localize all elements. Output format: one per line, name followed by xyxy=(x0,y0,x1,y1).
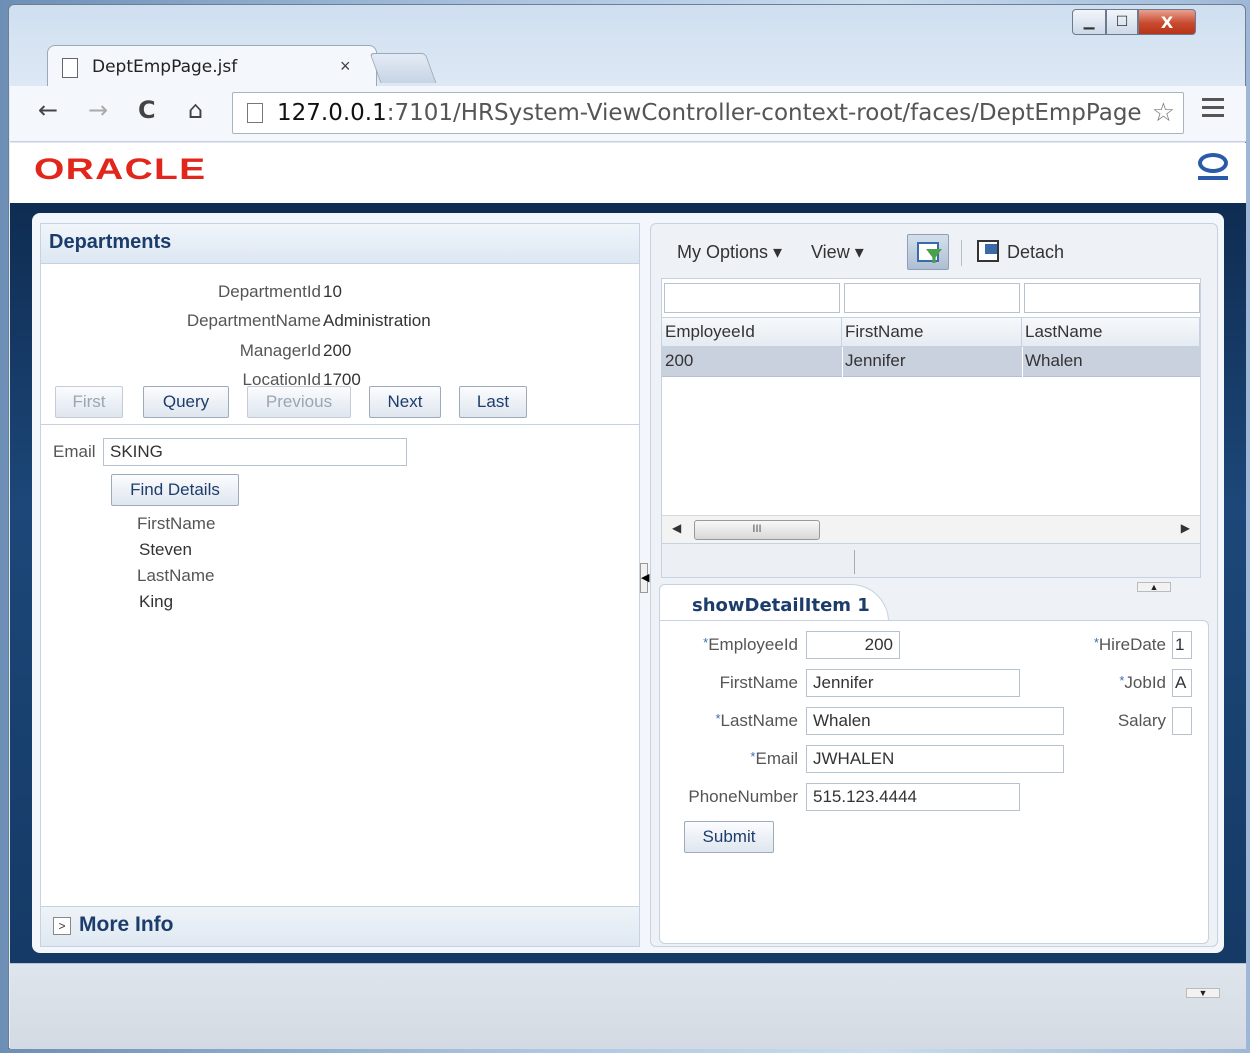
column-header-employee-id[interactable]: EmployeeId xyxy=(662,317,842,347)
new-tab-button[interactable] xyxy=(369,53,437,83)
more-info-label: More Info xyxy=(79,913,174,936)
close-window-button[interactable]: X xyxy=(1138,9,1196,35)
employees-table: EmployeeId FirstName LastName 200 Jennif… xyxy=(661,278,1201,578)
more-info-bar[interactable]: > More Info xyxy=(41,906,639,946)
horizontal-scrollbar[interactable]: ◀ III ▶ xyxy=(662,515,1200,543)
address-bar[interactable]: 127.0.0.1:7101/HRSystem-ViewController-c… xyxy=(232,92,1184,134)
cell-employee-id: 200 xyxy=(665,351,694,370)
job-id-input[interactable] xyxy=(1172,669,1192,697)
employees-panel: My Options ▾ View ▾ Detach EmployeeId Fi… xyxy=(650,223,1218,947)
tab-show-detail-item[interactable]: showDetailItem 1 xyxy=(659,584,889,622)
tab-close-icon[interactable]: × xyxy=(340,56,351,77)
query-by-example-filter-icon[interactable] xyxy=(907,234,949,270)
employee-detail-form: *EmployeeId FirstName *LastName *Email P… xyxy=(659,620,1209,944)
my-options-menu[interactable]: My Options ▾ xyxy=(677,242,782,263)
filter-first-name[interactable] xyxy=(844,283,1020,313)
web-page: ORACLE ▲ Departments DepartmentId 10 Dep… xyxy=(10,143,1246,1049)
browser-tab[interactable]: DeptEmpPage.jsf × xyxy=(47,45,377,91)
back-arrow-icon[interactable]: ← xyxy=(38,96,58,124)
minimize-button[interactable]: ▁ xyxy=(1072,9,1106,35)
last-name-label: *LastName xyxy=(715,711,798,730)
field-value: Administration xyxy=(323,311,431,330)
email-input[interactable] xyxy=(806,745,1064,773)
email-input[interactable] xyxy=(103,438,407,466)
bottom-region: ▼ xyxy=(10,963,1246,1049)
departments-header: Departments xyxy=(41,224,639,264)
document-icon xyxy=(62,58,78,78)
phone-input[interactable] xyxy=(806,783,1020,811)
expand-arrow-icon[interactable]: > xyxy=(53,917,71,935)
detach-button[interactable]: Detach xyxy=(1007,242,1064,263)
lastname-value: King xyxy=(139,592,174,611)
splitter-collapse-icon[interactable]: ◀ xyxy=(640,563,649,593)
tab-title: DeptEmpPage.jsf xyxy=(92,57,238,77)
bookmark-star-icon[interactable]: ☆ xyxy=(1152,97,1175,128)
email-label: Email xyxy=(53,442,96,461)
first-name-label: FirstName xyxy=(719,673,798,692)
divider xyxy=(41,424,639,425)
forward-arrow-icon[interactable]: → xyxy=(88,96,108,124)
job-id-label: *JobId xyxy=(1119,673,1166,692)
browser-menu-icon[interactable] xyxy=(1202,98,1224,122)
home-icon[interactable]: ⌂ xyxy=(188,96,203,124)
browser-toolbar: ← → C ⌂ 127.0.0.1:7101/HRSystem-ViewCont… xyxy=(10,86,1246,142)
detach-icon[interactable] xyxy=(977,240,999,262)
email-label: *Email xyxy=(750,749,798,768)
field-label: ManagerId xyxy=(239,341,321,360)
scroll-right-icon[interactable]: ▶ xyxy=(1181,521,1190,535)
query-button[interactable]: Query xyxy=(143,386,229,418)
oracle-logo: ORACLE xyxy=(34,153,207,186)
last-button[interactable]: Last xyxy=(459,386,527,418)
employee-id-label: *EmployeeId xyxy=(703,635,798,654)
table-status-bar xyxy=(662,543,1200,577)
find-details-button[interactable]: Find Details xyxy=(111,474,239,506)
salary-label: Salary xyxy=(1117,711,1166,730)
filter-employee-id[interactable] xyxy=(664,283,840,313)
firstname-label: FirstName xyxy=(137,514,216,533)
first-button[interactable]: First xyxy=(55,386,123,418)
hire-date-input[interactable] xyxy=(1172,631,1192,659)
previous-button[interactable]: Previous xyxy=(247,386,351,418)
employee-id-input[interactable] xyxy=(806,631,900,659)
table-toolbar: My Options ▾ View ▾ Detach xyxy=(661,232,1209,272)
oracle-o-underline xyxy=(1198,176,1228,180)
submit-button[interactable]: Submit xyxy=(684,821,774,853)
table-row[interactable]: 200 Jennifer Whalen xyxy=(662,347,1200,377)
cell-first-name: Jennifer xyxy=(845,351,906,370)
column-header-last-name[interactable]: LastName xyxy=(1022,317,1200,347)
field-value: 10 xyxy=(323,282,342,301)
salary-input[interactable] xyxy=(1172,707,1192,735)
column-header-first-name[interactable]: FirstName xyxy=(842,317,1022,347)
url-text: 127.0.0.1:7101/HRSystem-ViewController-c… xyxy=(277,100,1142,126)
cell-last-name: Whalen xyxy=(1025,351,1083,370)
oracle-o-icon xyxy=(1198,153,1228,173)
collapse-up-icon[interactable]: ▲ xyxy=(1137,582,1171,592)
field-label: DepartmentName xyxy=(186,311,321,330)
scroll-left-icon[interactable]: ◀ xyxy=(672,521,681,535)
reload-icon[interactable]: C xyxy=(138,96,156,124)
branding-bar: ORACLE xyxy=(10,143,1246,203)
field-label: DepartmentId xyxy=(218,282,321,301)
hire-date-label: *HireDate xyxy=(1093,635,1166,654)
scroll-thumb[interactable]: III xyxy=(694,520,820,540)
maximize-button[interactable]: ☐ xyxy=(1106,9,1138,35)
last-name-input[interactable] xyxy=(806,707,1064,735)
filter-last-name[interactable] xyxy=(1024,283,1200,313)
departments-panel: Departments DepartmentId 10 DepartmentNa… xyxy=(40,223,640,947)
field-value: 200 xyxy=(323,341,352,360)
page-icon xyxy=(247,103,263,123)
phone-label: PhoneNumber xyxy=(688,787,798,806)
firstname-value: Steven xyxy=(139,540,192,559)
view-menu[interactable]: View ▾ xyxy=(811,242,864,263)
next-button[interactable]: Next xyxy=(369,386,441,418)
collapse-down-icon[interactable]: ▼ xyxy=(1186,988,1220,998)
first-name-input[interactable] xyxy=(806,669,1020,697)
lastname-label: LastName xyxy=(137,566,215,585)
panel-splitter: Departments DepartmentId 10 DepartmentNa… xyxy=(32,213,1224,953)
toolbar-separator xyxy=(961,240,962,266)
